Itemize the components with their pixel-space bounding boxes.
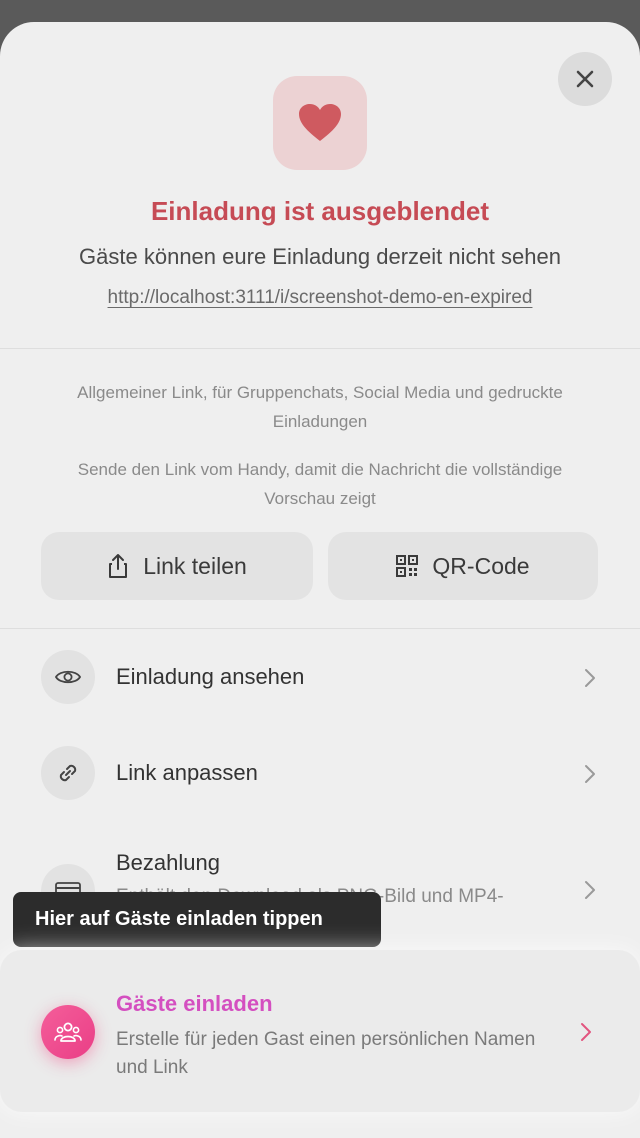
view-invitation-label: Einladung ansehen xyxy=(116,664,305,689)
chevron-right-icon xyxy=(581,1023,591,1041)
tooltip-text: Hier auf Gäste einladen tippen xyxy=(35,908,323,930)
close-button[interactable] xyxy=(558,52,612,106)
qr-code-label: QR-Code xyxy=(432,552,530,579)
guests-icon-circle xyxy=(41,1005,95,1059)
page-title: Einladung ist ausgeblendet xyxy=(150,196,490,226)
divider xyxy=(0,348,640,349)
eye-icon-circle xyxy=(41,650,95,704)
chevron-right-icon xyxy=(585,881,595,899)
page-subtitle: Gäste können eure Einladung derzeit nich… xyxy=(79,244,561,269)
share-link-button[interactable]: Link teilen xyxy=(41,532,313,600)
chevron-right-icon xyxy=(585,669,595,687)
heart-icon xyxy=(299,104,341,141)
link-icon xyxy=(59,764,77,782)
eye-icon xyxy=(55,670,81,684)
invite-guests-description: Erstelle für jeden Gast einen persönlich… xyxy=(116,1029,536,1078)
preview-note: Sende den Link vom Handy, damit die Nach… xyxy=(77,460,563,508)
invite-guests-card[interactable]: Gäste einladen Erstelle für jeden Gast e… xyxy=(0,950,640,1112)
qr-code-icon xyxy=(396,555,419,577)
share-link-label: Link teilen xyxy=(143,552,247,579)
guests-icon xyxy=(54,1022,82,1042)
share-icon xyxy=(109,554,128,578)
payment-label: Bezahlung xyxy=(116,850,220,875)
invitation-url-link[interactable]: http://localhost:3111/i/screenshot-demo-… xyxy=(0,287,640,309)
coach-tooltip: Hier auf Gäste einladen tippen xyxy=(13,892,381,947)
customize-link-row[interactable]: Link anpassen xyxy=(0,738,640,814)
close-icon xyxy=(576,70,594,88)
link-icon-circle xyxy=(41,746,95,800)
heart-badge xyxy=(273,76,367,170)
chevron-right-icon xyxy=(585,765,595,783)
qr-code-button[interactable]: QR-Code xyxy=(328,532,598,600)
general-link-note: Allgemeiner Link, für Gruppenchats, Soci… xyxy=(77,383,563,431)
divider xyxy=(0,628,640,629)
customize-link-label: Link anpassen xyxy=(116,760,258,785)
view-invitation-row[interactable]: Einladung ansehen xyxy=(0,642,640,718)
invite-guests-title: Gäste einladen xyxy=(116,991,273,1016)
